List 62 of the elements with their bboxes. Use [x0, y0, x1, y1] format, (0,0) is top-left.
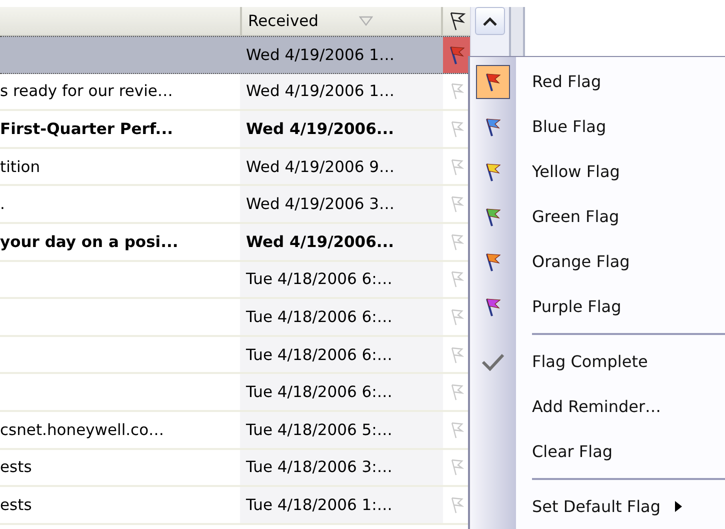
menu-item[interactable]: Green Flag: [470, 194, 725, 239]
subject-text: s ready for our revie…: [0, 82, 173, 100]
flag-outline-icon[interactable]: [450, 158, 464, 176]
received-date: Tue 4/18/2006 6:…: [246, 383, 392, 402]
received-date: Tue 4/18/2006 5:…: [246, 420, 392, 439]
menu-item[interactable]: Set Default Flag: [470, 484, 725, 529]
message-row[interactable]: s ready for our revie… Wed 4/19/2006 1…: [0, 74, 470, 112]
flag-outline-icon[interactable]: [450, 232, 464, 251]
menu-item[interactable]: Add Reminder…: [470, 384, 725, 429]
received-date: Tue 4/18/2006 6:…: [246, 270, 392, 288]
scroll-up-button[interactable]: [475, 7, 505, 35]
menu-item[interactable]: Yellow Flag: [470, 149, 725, 194]
received-date: Wed 4/19/2006...: [246, 232, 394, 251]
message-row[interactable]: Tue 4/18/2006 6:…: [0, 336, 470, 374]
message-row[interactable]: . Wed 4/19/2006 3…: [0, 186, 470, 224]
received-date: Tue 4/18/2006 3:…: [246, 458, 392, 476]
message-row[interactable]: ests Tue 4/18/2006 1:…: [0, 487, 470, 525]
menu-item[interactable]: Blue Flag: [470, 104, 725, 149]
subject-text: csnet.honeywell.co…: [0, 420, 164, 439]
received-date: Wed 4/19/2006 3…: [246, 195, 394, 214]
menu-item[interactable]: Flag Complete: [470, 339, 725, 384]
received-date: Tue 4/18/2006 1:…: [246, 496, 392, 514]
column-header[interactable]: Received: [248, 12, 319, 30]
flag-outline-icon[interactable]: [450, 195, 464, 214]
received-date: Wed 4/19/2006 1…: [246, 82, 394, 100]
subject-text: tition: [0, 158, 40, 176]
flag-outline-icon[interactable]: [450, 82, 464, 100]
submenu-arrow-icon: [674, 501, 682, 512]
message-row[interactable]: your day on a posi... Wed 4/19/2006...: [0, 224, 470, 262]
message-row[interactable]: ests Tue 4/18/2006 3:…: [0, 450, 470, 488]
subject-text: First-Quarter Perf...: [0, 120, 173, 138]
received-date: Wed 4/19/2006...: [246, 120, 394, 138]
flag-outline-icon[interactable]: [450, 270, 464, 288]
subject-text: .: [0, 195, 5, 214]
received-date: Wed 4/19/2006 9…: [246, 158, 394, 176]
menu-item[interactable]: Purple Flag: [470, 284, 725, 329]
message-row[interactable]: csnet.honeywell.co… Tue 4/18/2006 5:…: [0, 412, 470, 450]
received-date: Tue 4/18/2006 6:…: [246, 308, 392, 326]
flag-header-icon[interactable]: [448, 11, 466, 31]
flag-outline-icon[interactable]: [450, 383, 464, 402]
checkmark-icon: [481, 352, 505, 370]
menu-item[interactable]: Orange Flag: [470, 239, 725, 284]
message-row[interactable]: Tue 4/18/2006 6:…: [0, 374, 470, 412]
flag-outline-icon[interactable]: [450, 346, 464, 364]
flag-outline-icon[interactable]: [450, 496, 464, 514]
message-row[interactable]: Tue 4/18/2006 6:…: [0, 262, 470, 300]
message-row[interactable]: Tue 4/18/2006 6:…: [0, 299, 470, 337]
message-row[interactable]: Wed 4/19/2006 1…: [0, 36, 470, 74]
subject-text: ests: [0, 458, 32, 476]
received-date: Wed 4/19/2006 1…: [246, 46, 394, 64]
flag-outline-icon[interactable]: [450, 308, 464, 326]
received-date: Tue 4/18/2006 6:…: [246, 346, 392, 364]
menu-item[interactable]: Clear Flag: [470, 429, 725, 474]
flag-outline-icon[interactable]: [450, 420, 464, 439]
message-row[interactable]: First-Quarter Perf... Wed 4/19/2006...: [0, 111, 470, 149]
flag-outline-icon[interactable]: [450, 458, 464, 476]
sort-icon[interactable]: [358, 16, 373, 26]
menu-item[interactable]: Red Flag: [470, 59, 725, 104]
subject-text: your day on a posi...: [0, 232, 178, 251]
message-row[interactable]: tition Wed 4/19/2006 9…: [0, 148, 470, 186]
subject-text: ests: [0, 496, 32, 514]
flag-outline-icon[interactable]: [450, 120, 464, 138]
